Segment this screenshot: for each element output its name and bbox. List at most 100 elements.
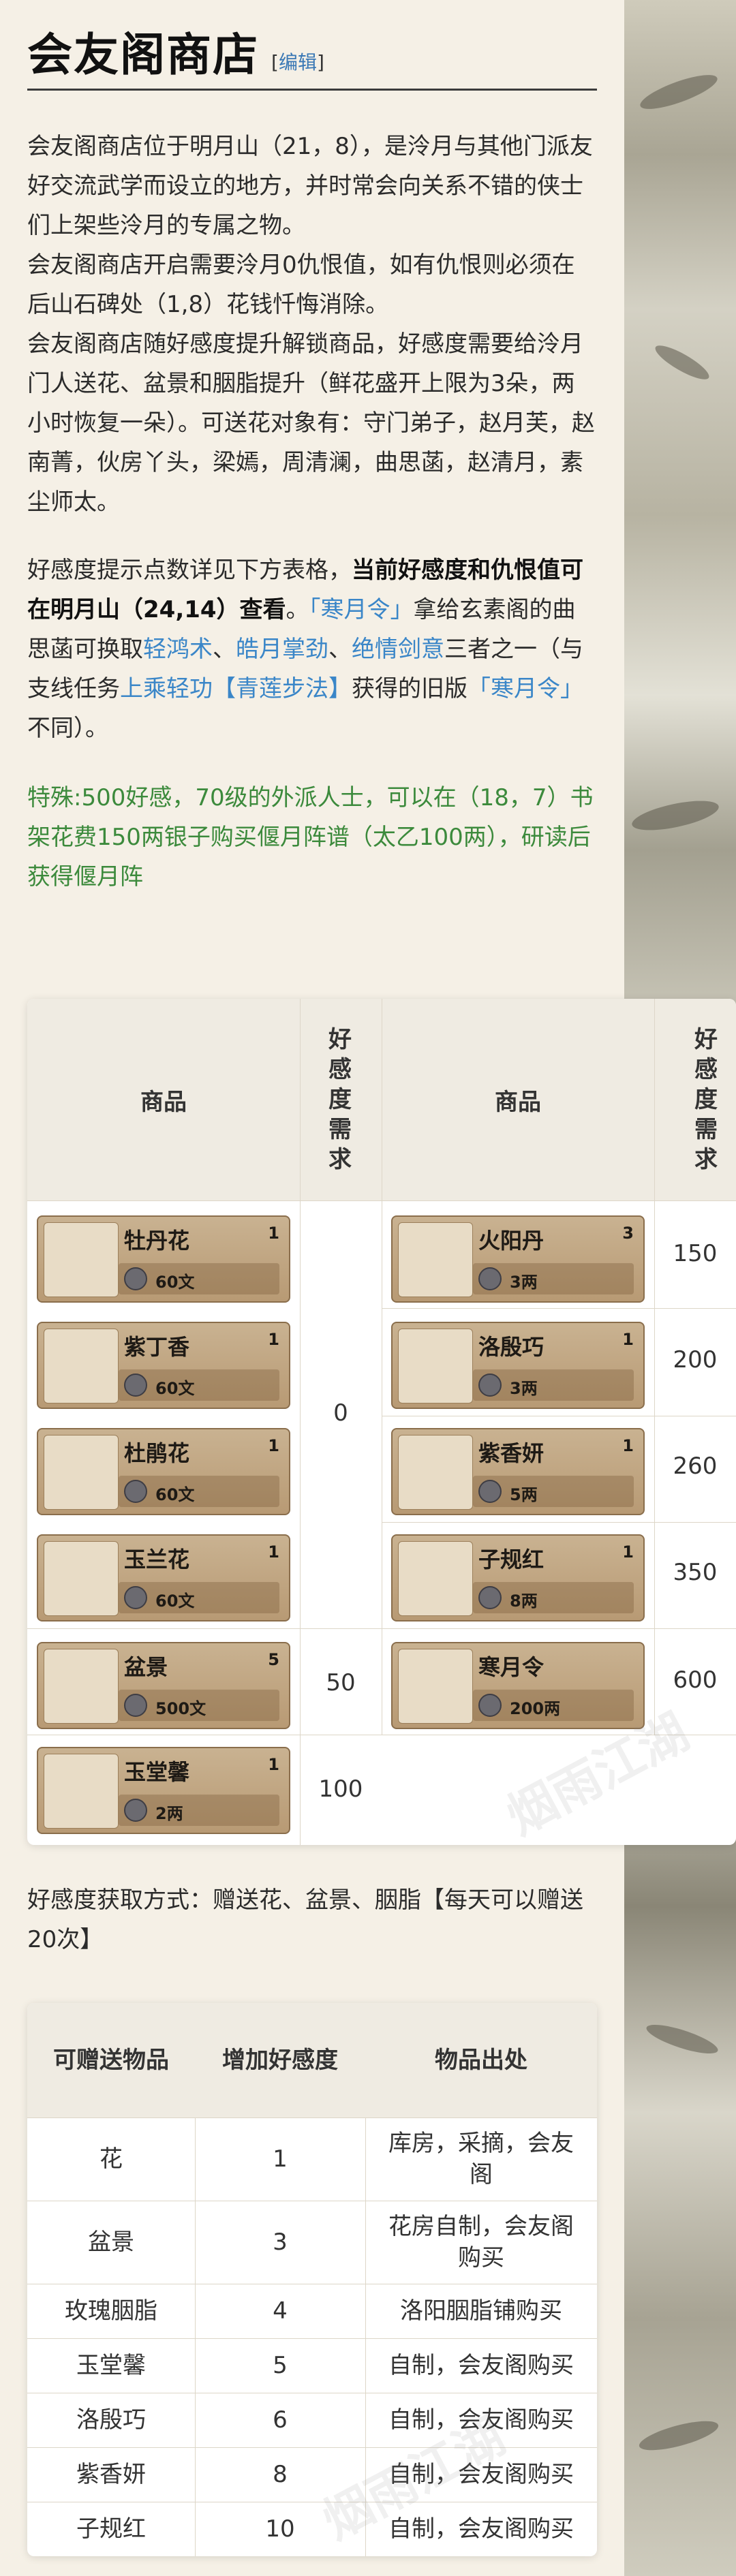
gift-row-3-source: 自制，会友阁购买 bbox=[388, 2352, 574, 2379]
item-price: 200两 bbox=[510, 1699, 561, 1718]
item-qty: 1 bbox=[268, 1755, 279, 1774]
item-name: 盆景 bbox=[124, 1654, 168, 1680]
silver-coin-icon bbox=[478, 1374, 502, 1397]
token-icon bbox=[398, 1649, 473, 1724]
shop-item-azalea[interactable]: 杜鹃花 1 60文 bbox=[37, 1428, 290, 1515]
title-row: 会友阁商店 [编辑] bbox=[27, 20, 597, 91]
qinghongshu-link[interactable]: 轻鸿术 bbox=[143, 636, 213, 663]
gift-header-source: 物品出处 bbox=[435, 2047, 527, 2074]
old-hanyueling-link[interactable]: 「寒月令」 bbox=[467, 675, 583, 702]
silver-coin-icon bbox=[478, 1267, 502, 1290]
req-zixiangyan: 260 bbox=[673, 1453, 718, 1480]
bonsai-icon bbox=[44, 1649, 119, 1724]
item-price: 3两 bbox=[510, 1273, 538, 1292]
item-price: 60文 bbox=[155, 1592, 195, 1611]
p4-sep-1: 、 bbox=[213, 636, 236, 663]
peony-icon bbox=[44, 1222, 119, 1297]
gift-row-3-item: 玉堂馨 bbox=[76, 2352, 146, 2379]
gift-row-1-amount: 3 bbox=[273, 2229, 288, 2256]
shop-item-lilac[interactable]: 紫丁香 1 60文 bbox=[37, 1322, 290, 1409]
gift-row-4-item: 洛殷巧 bbox=[76, 2406, 146, 2434]
item-qty: 3 bbox=[622, 1224, 634, 1243]
item-qty: 1 bbox=[268, 1542, 279, 1562]
shop-item-peony[interactable]: 牡丹花 1 60文 bbox=[37, 1215, 290, 1303]
item-price: 8两 bbox=[510, 1592, 538, 1611]
p4-text-a: 好感度提示点数详见下方表格， bbox=[27, 557, 352, 584]
page-title: 会友阁商店 bbox=[27, 29, 259, 81]
edit-label[interactable]: 编辑 bbox=[279, 51, 317, 74]
gift-row-3-amount: 5 bbox=[273, 2352, 288, 2379]
jueqingjianyi-link[interactable]: 绝情剑意 bbox=[352, 636, 444, 663]
hanyueling-link[interactable]: 「寒月令」 bbox=[309, 596, 414, 623]
rouge-box-icon bbox=[398, 1329, 473, 1403]
req-huoyangdan: 150 bbox=[673, 1240, 718, 1267]
shop-item-zixiangyan[interactable]: 紫香妍 1 5两 bbox=[391, 1428, 645, 1515]
intro-paragraph-1: 会友阁商店位于明月山（21，8），是泠月与其他门派友好交流武学而设立的地方，并时… bbox=[27, 133, 593, 239]
shop-item-yutangxin[interactable]: 玉堂馨 1 2两 bbox=[37, 1747, 290, 1834]
req-luoyinqiao: 200 bbox=[673, 1346, 718, 1374]
silver-coin-icon bbox=[478, 1586, 502, 1609]
item-name: 火阳丹 bbox=[478, 1228, 545, 1254]
req-bonsai: 50 bbox=[326, 1669, 356, 1696]
p4-text-e: 获得的旧版 bbox=[352, 675, 467, 702]
silver-coin-icon bbox=[124, 1267, 147, 1290]
gift-row-6-item: 子规红 bbox=[76, 2515, 146, 2543]
item-price: 60文 bbox=[155, 1379, 195, 1398]
silver-coin-icon bbox=[124, 1694, 147, 1717]
item-name: 紫丁香 bbox=[124, 1334, 190, 1360]
edit-bracket-close: ] bbox=[316, 51, 324, 74]
intro-paragraph-3: 会友阁商店随好感度提升解锁商品，好感度需要给泠月门人送花、盆景和胭脂提升（鲜花盛… bbox=[27, 330, 595, 516]
silver-coin-icon bbox=[124, 1799, 147, 1822]
item-price: 500文 bbox=[155, 1699, 206, 1718]
gift-row-4-amount: 6 bbox=[273, 2406, 288, 2434]
silver-coin-icon bbox=[124, 1374, 147, 1397]
gift-row-2-item: 玫瑰胭脂 bbox=[65, 2297, 157, 2325]
item-name: 玉兰花 bbox=[124, 1547, 190, 1572]
item-name: 杜鹃花 bbox=[124, 1440, 190, 1466]
shop-item-hanyueling[interactable]: 寒月令 200两 bbox=[391, 1642, 645, 1729]
shop-item-ziguihong[interactable]: 子规红 1 8两 bbox=[391, 1534, 645, 1621]
gift-row-5-item: 紫香妍 bbox=[76, 2461, 146, 2488]
shop-item-huoyangdan[interactable]: 火阳丹 3 3两 bbox=[391, 1215, 645, 1303]
req-ziguihong: 350 bbox=[673, 1559, 718, 1586]
rouge-box-icon bbox=[398, 1541, 473, 1616]
rouge-box-icon bbox=[398, 1435, 473, 1510]
special-note: 特殊:500好感，70级的外派人士，可以在（18，7）书架花费150两银子购买偃… bbox=[27, 784, 594, 890]
gift-header-amount: 增加好感度 bbox=[222, 2047, 338, 2074]
req-flowers: 0 bbox=[333, 1399, 348, 1427]
shop-item-bonsai[interactable]: 盆景 5 500文 bbox=[37, 1642, 290, 1729]
item-qty: 1 bbox=[622, 1542, 634, 1562]
silver-coin-icon bbox=[124, 1586, 147, 1609]
haoyuezhangjin-link[interactable]: 皓月掌劲 bbox=[236, 636, 328, 663]
gift-row-2-amount: 4 bbox=[273, 2297, 288, 2325]
azalea-icon bbox=[44, 1435, 119, 1510]
intro-paragraph-4: 好感度提示点数详见下方表格，当前好感度和仇恨值可在明月山（24,14）查看。「寒… bbox=[27, 550, 597, 748]
item-qty: 5 bbox=[268, 1650, 279, 1669]
edit-link[interactable]: [编辑] bbox=[271, 48, 324, 89]
silver-coin-icon bbox=[478, 1694, 502, 1717]
p4-sep-2: 、 bbox=[328, 636, 352, 663]
item-name: 牡丹花 bbox=[124, 1228, 190, 1254]
header-item-right: 商品 bbox=[495, 1089, 541, 1116]
qinglianbufa-link[interactable]: 上乘轻功【青莲步法】 bbox=[120, 675, 352, 702]
item-name: 子规红 bbox=[478, 1547, 545, 1572]
shop-item-magnolia[interactable]: 玉兰花 1 60文 bbox=[37, 1534, 290, 1621]
gift-table: 可赠送物品 增加好感度 物品出处 花 1 库房，采摘，会友阁 盆景 3 花房自制… bbox=[27, 2003, 597, 2556]
p4-text-b: 。 bbox=[286, 596, 309, 623]
item-qty: 1 bbox=[268, 1330, 279, 1349]
p4-text-f: 不同）。 bbox=[27, 715, 108, 742]
gift-header-item: 可赠送物品 bbox=[53, 2047, 169, 2074]
item-name: 玉堂馨 bbox=[124, 1759, 190, 1785]
item-qty: 1 bbox=[622, 1330, 634, 1349]
shop-item-luoyinqiao[interactable]: 洛殷巧 1 3两 bbox=[391, 1322, 645, 1409]
silver-coin-icon bbox=[478, 1480, 502, 1503]
item-price: 5两 bbox=[510, 1485, 538, 1504]
item-qty: 1 bbox=[622, 1436, 634, 1455]
lilac-icon bbox=[44, 1329, 119, 1403]
item-price: 3两 bbox=[510, 1379, 538, 1398]
header-req-right: 好感度需求 bbox=[694, 1026, 718, 1173]
gift-intro: 好感度获取方式：赠送花、盆景、胭脂【每天可以赠送20次】 bbox=[27, 1887, 583, 1953]
edit-bracket-open: [ bbox=[271, 51, 279, 74]
item-qty: 1 bbox=[268, 1224, 279, 1243]
item-name: 洛殷巧 bbox=[478, 1334, 545, 1360]
